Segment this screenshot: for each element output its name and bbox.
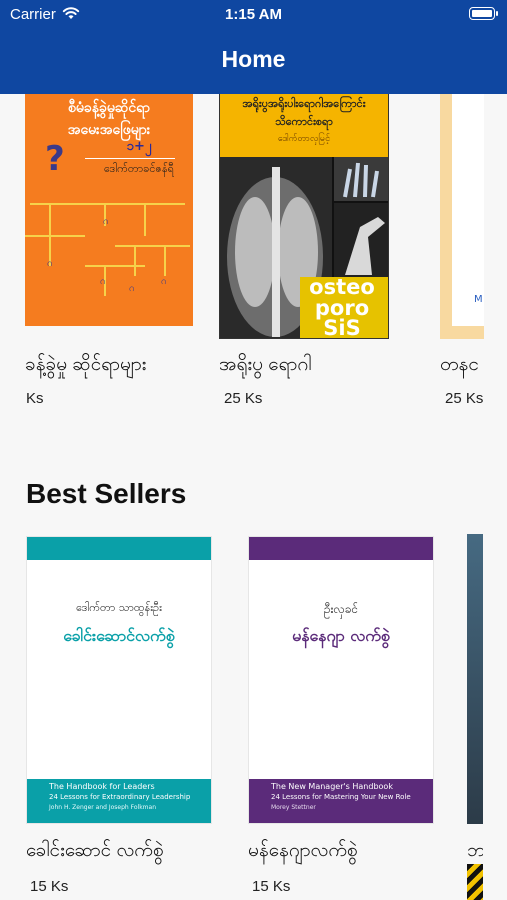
cover-line: Morey Stettner [271, 804, 316, 811]
cover-top-band [249, 537, 433, 560]
cover-stripe [467, 864, 483, 900]
best-sellers-row[interactable]: ဒေါက်တာ သာထွန်းဦး ခေါင်းဆောင်လက်စွဲ The … [0, 0, 507, 900]
book-cover[interactable] [467, 534, 483, 824]
status-time: 1:15 AM [225, 6, 282, 23]
cover-line: 24 Lessons for Mastering Your New Role [271, 793, 411, 801]
book-item[interactable]: ဒေါက်တာ သာထွန်းဦး ခေါင်းဆောင်လက်စွဲ The … [26, 536, 212, 900]
book-item[interactable]: ဘ [467, 534, 483, 900]
book-price: 15 Ks [252, 878, 291, 895]
navigation-bar: Carrier 1:15 AM Home [0, 0, 507, 94]
cover-line: မန်နေဂျာ လက်စွဲ [292, 626, 390, 645]
cover-line: ဒေါက်တာ သာထွန်းဦး [76, 601, 162, 614]
cover-top-band [27, 537, 211, 560]
book-price: 15 Ks [30, 878, 69, 895]
cover-line: ခေါင်းဆောင်လက်စွဲ [63, 626, 175, 645]
status-bar: Carrier 1:15 AM [0, 0, 507, 28]
cover-line: John H. Zenger and Joseph Folkman [49, 804, 156, 811]
book-cover[interactable]: ဦးလှခင် မန်နေဂျာ လက်စွဲ The New Manager'… [248, 536, 434, 824]
cover-line: 24 Lessons for Extraordinary Leadership [49, 793, 191, 801]
book-cover[interactable]: ဒေါက်တာ သာထွန်းဦး ခေါင်းဆောင်လက်စွဲ The … [26, 536, 212, 824]
book-title: ခေါင်းဆောင် လက်စွဲ [26, 840, 164, 861]
book-item[interactable]: ဦးလှခင် မန်နေဂျာ လက်စွဲ The New Manager'… [248, 536, 434, 900]
app-screen: Carrier 1:15 AM Home စီမံခန့်ခွဲမှုဆိုင်… [0, 0, 507, 900]
page-title: Home [221, 46, 286, 72]
cover-line: The Handbook for Leaders [49, 782, 155, 791]
cover-line: ဦးလှခင် [323, 602, 359, 616]
book-title: ဘ [467, 840, 483, 861]
cover-line: The New Manager's Handbook [271, 782, 393, 791]
book-title: မန်နေဂျာလက်စွဲ [248, 840, 358, 861]
battery-icon [469, 7, 498, 20]
